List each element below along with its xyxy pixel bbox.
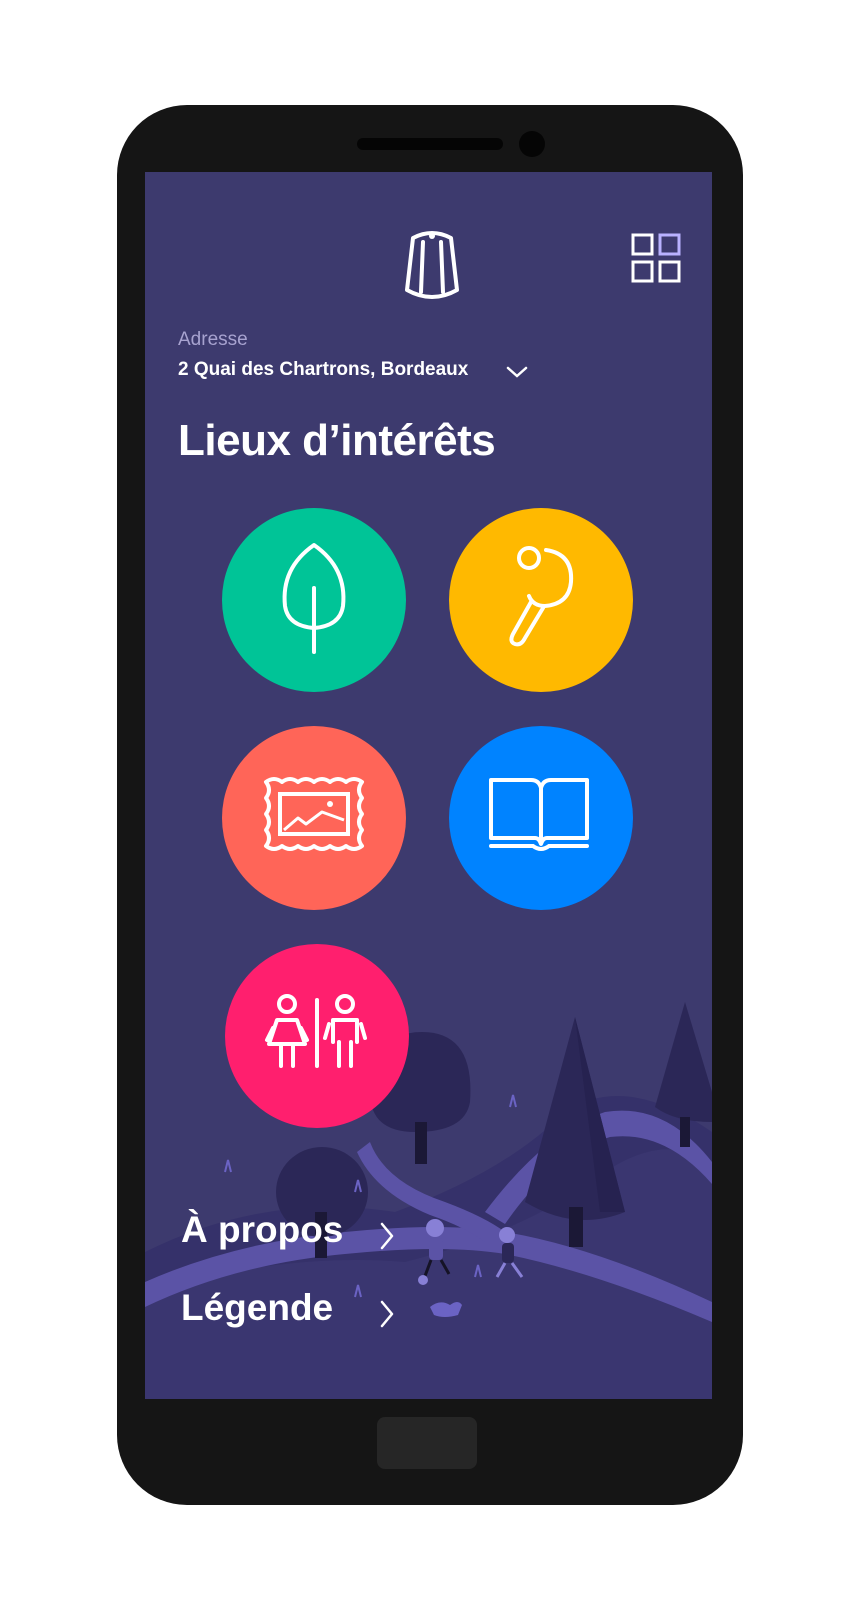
- legend-link[interactable]: Légende: [181, 1287, 333, 1329]
- chevron-down-icon[interactable]: [505, 364, 529, 380]
- chevron-right-icon[interactable]: [378, 1298, 396, 1330]
- ping-pong-icon: [509, 546, 574, 647]
- poi-library-button[interactable]: [449, 726, 633, 910]
- phone-camera: [519, 131, 545, 157]
- canele-icon: [405, 231, 459, 299]
- tree-icon: [282, 543, 346, 654]
- app-screen: Adresse 2 Quai des Chartrons, Bordeaux L…: [145, 172, 712, 1399]
- home-button[interactable]: [377, 1417, 477, 1469]
- poi-toilets-button[interactable]: [225, 944, 409, 1128]
- poi-nature-button[interactable]: [222, 508, 406, 692]
- poi-culture-button[interactable]: [222, 726, 406, 910]
- painting-icon: [264, 777, 364, 851]
- phone-frame: Adresse 2 Quai des Chartrons, Bordeaux L…: [117, 105, 743, 1505]
- phone-speaker: [357, 138, 503, 150]
- section-title: Lieux d’intérêts: [178, 416, 496, 465]
- poi-sport-button[interactable]: [449, 508, 633, 692]
- chevron-right-icon[interactable]: [378, 1220, 396, 1252]
- toilets-icon: [265, 994, 367, 1068]
- address-value[interactable]: 2 Quai des Chartrons, Bordeaux: [178, 359, 468, 381]
- about-link[interactable]: À propos: [181, 1209, 343, 1251]
- address-label: Adresse: [178, 329, 248, 350]
- book-icon: [489, 778, 589, 851]
- grid-menu-button[interactable]: [631, 233, 681, 283]
